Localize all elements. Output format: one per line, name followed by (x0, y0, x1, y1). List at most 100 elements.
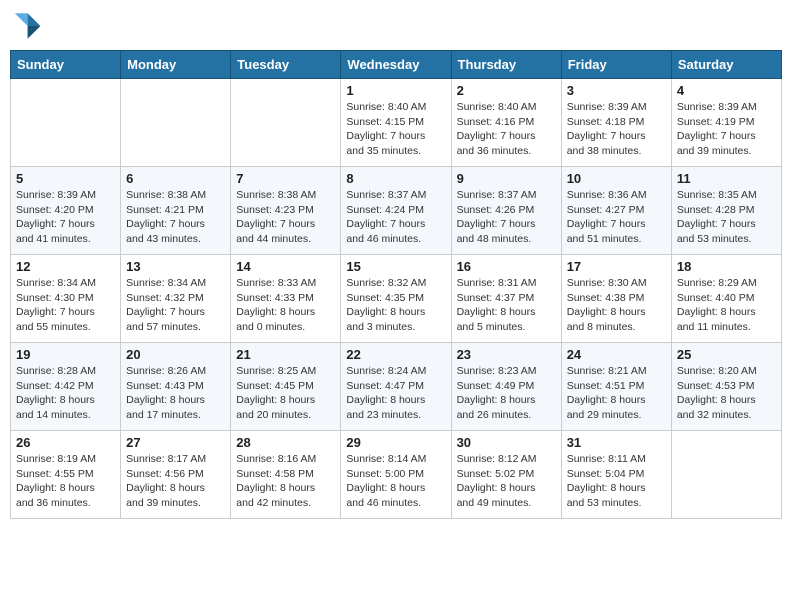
day-number: 10 (567, 171, 666, 186)
day-cell: 5Sunrise: 8:39 AM Sunset: 4:20 PM Daylig… (11, 167, 121, 255)
logo-icon (10, 10, 42, 42)
day-number: 18 (677, 259, 776, 274)
day-cell: 17 Sunrise: 8:30 AM Sunset: 4:38 PM Dayli… (561, 255, 671, 343)
day-number: 22 (346, 347, 445, 362)
header-day-saturday: Saturday (671, 51, 781, 79)
day-info: Sunrise: 8:34 AM Sunset: 4:32 PM Dayligh… (126, 276, 225, 335)
day-number: 14 (236, 259, 335, 274)
day-number: 1 (346, 83, 445, 98)
day-info: Sunrise: 8:32 AM Sunset: 4:35 PM Dayligh… (346, 276, 445, 335)
header-day-sunday: Sunday (11, 51, 121, 79)
day-cell: 23 Sunrise: 8:23 AM Sunset: 4:49 PM Dayli… (451, 343, 561, 431)
day-cell: 24 Sunrise: 8:21 AM Sunset: 4:51 PM Dayli… (561, 343, 671, 431)
day-info: Sunrise: 8:30 AM Sunset: 4:38 PM Dayligh… (567, 276, 666, 335)
day-cell: 31 Sunrise: 8:11 AM Sunset: 5:04 PM Dayli… (561, 431, 671, 519)
day-cell: 30Sunrise: 8:12 AM Sunset: 5:02 PM Dayli… (451, 431, 561, 519)
day-info: Sunrise: 8:39 AM Sunset: 4:19 PM Dayligh… (677, 100, 776, 159)
day-cell: 2 Sunrise: 8:40 AM Sunset: 4:16 PM Daylig… (451, 79, 561, 167)
day-cell: 14 Sunrise: 8:33 AM Sunset: 4:33 PM Dayli… (231, 255, 341, 343)
day-cell: 4 Sunrise: 8:39 AM Sunset: 4:19 PM Daylig… (671, 79, 781, 167)
day-cell: 3 Sunrise: 8:39 AM Sunset: 4:18 PM Daylig… (561, 79, 671, 167)
day-number: 31 (567, 435, 666, 450)
week-row-1: 1 Sunrise: 8:40 AM Sunset: 4:15 PM Daylig… (11, 79, 782, 167)
day-number: 19 (16, 347, 115, 362)
day-info: Sunrise: 8:26 AM Sunset: 4:43 PM Dayligh… (126, 364, 225, 423)
day-info: Sunrise: 8:28 AM Sunset: 4:42 PM Dayligh… (16, 364, 115, 423)
day-cell: 20 Sunrise: 8:26 AM Sunset: 4:43 PM Dayli… (121, 343, 231, 431)
day-number: 12 (16, 259, 115, 274)
day-info: Sunrise: 8:35 AM Sunset: 4:28 PM Dayligh… (677, 188, 776, 247)
day-number: 16 (457, 259, 556, 274)
day-cell: 8Sunrise: 8:37 AM Sunset: 4:24 PM Daylig… (341, 167, 451, 255)
day-number: 27 (126, 435, 225, 450)
day-info: Sunrise: 8:19 AM Sunset: 4:55 PM Dayligh… (16, 452, 115, 511)
day-number: 2 (457, 83, 556, 98)
day-number: 29 (346, 435, 445, 450)
header-day-friday: Friday (561, 51, 671, 79)
day-number: 24 (567, 347, 666, 362)
day-number: 21 (236, 347, 335, 362)
header-day-monday: Monday (121, 51, 231, 79)
day-cell: 21 Sunrise: 8:25 AM Sunset: 4:45 PM Dayli… (231, 343, 341, 431)
day-number: 7 (236, 171, 335, 186)
day-info: Sunrise: 8:37 AM Sunset: 4:26 PM Dayligh… (457, 188, 556, 247)
week-row-5: 26 Sunrise: 8:19 AM Sunset: 4:55 PM Dayli… (11, 431, 782, 519)
day-cell: 15 Sunrise: 8:32 AM Sunset: 4:35 PM Dayli… (341, 255, 451, 343)
day-cell (11, 79, 121, 167)
day-info: Sunrise: 8:39 AM Sunset: 4:20 PM Dayligh… (16, 188, 115, 247)
header-day-wednesday: Wednesday (341, 51, 451, 79)
header-day-tuesday: Tuesday (231, 51, 341, 79)
day-cell: 18 Sunrise: 8:29 AM Sunset: 4:40 PM Dayli… (671, 255, 781, 343)
day-number: 13 (126, 259, 225, 274)
day-info: Sunrise: 8:14 AM Sunset: 5:00 PM Dayligh… (346, 452, 445, 511)
day-cell: 12 Sunrise: 8:34 AM Sunset: 4:30 PM Dayli… (11, 255, 121, 343)
day-cell: 22 Sunrise: 8:24 AM Sunset: 4:47 PM Dayli… (341, 343, 451, 431)
day-number: 4 (677, 83, 776, 98)
day-cell: 25Sunrise: 8:20 AM Sunset: 4:53 PM Dayli… (671, 343, 781, 431)
day-cell: 26 Sunrise: 8:19 AM Sunset: 4:55 PM Dayli… (11, 431, 121, 519)
day-cell: 29 Sunrise: 8:14 AM Sunset: 5:00 PM Dayli… (341, 431, 451, 519)
day-number: 20 (126, 347, 225, 362)
day-cell: 6Sunrise: 8:38 AM Sunset: 4:21 PM Daylig… (121, 167, 231, 255)
day-number: 26 (16, 435, 115, 450)
day-number: 25 (677, 347, 776, 362)
day-info: Sunrise: 8:24 AM Sunset: 4:47 PM Dayligh… (346, 364, 445, 423)
day-number: 23 (457, 347, 556, 362)
day-info: Sunrise: 8:29 AM Sunset: 4:40 PM Dayligh… (677, 276, 776, 335)
day-cell: 1 Sunrise: 8:40 AM Sunset: 4:15 PM Daylig… (341, 79, 451, 167)
logo (10, 10, 46, 42)
day-info: Sunrise: 8:34 AM Sunset: 4:30 PM Dayligh… (16, 276, 115, 335)
day-number: 3 (567, 83, 666, 98)
day-info: Sunrise: 8:17 AM Sunset: 4:56 PM Dayligh… (126, 452, 225, 511)
day-number: 9 (457, 171, 556, 186)
day-info: Sunrise: 8:16 AM Sunset: 4:58 PM Dayligh… (236, 452, 335, 511)
day-info: Sunrise: 8:39 AM Sunset: 4:18 PM Dayligh… (567, 100, 666, 159)
week-row-3: 12 Sunrise: 8:34 AM Sunset: 4:30 PM Dayli… (11, 255, 782, 343)
day-cell: 11Sunrise: 8:35 AM Sunset: 4:28 PM Dayli… (671, 167, 781, 255)
day-cell: 19 Sunrise: 8:28 AM Sunset: 4:42 PM Dayli… (11, 343, 121, 431)
day-info: Sunrise: 8:25 AM Sunset: 4:45 PM Dayligh… (236, 364, 335, 423)
day-cell: 9 Sunrise: 8:37 AM Sunset: 4:26 PM Daylig… (451, 167, 561, 255)
day-info: Sunrise: 8:23 AM Sunset: 4:49 PM Dayligh… (457, 364, 556, 423)
day-cell: 10Sunrise: 8:36 AM Sunset: 4:27 PM Dayli… (561, 167, 671, 255)
day-info: Sunrise: 8:12 AM Sunset: 5:02 PM Dayligh… (457, 452, 556, 511)
day-cell: 16Sunrise: 8:31 AM Sunset: 4:37 PM Dayli… (451, 255, 561, 343)
header-day-thursday: Thursday (451, 51, 561, 79)
day-cell (121, 79, 231, 167)
day-number: 15 (346, 259, 445, 274)
day-info: Sunrise: 8:37 AM Sunset: 4:24 PM Dayligh… (346, 188, 445, 247)
day-info: Sunrise: 8:40 AM Sunset: 4:16 PM Dayligh… (457, 100, 556, 159)
calendar-header: SundayMondayTuesdayWednesdayThursdayFrid… (11, 51, 782, 79)
calendar-table: SundayMondayTuesdayWednesdayThursdayFrid… (10, 50, 782, 519)
page-header (10, 10, 782, 42)
calendar-body: 1 Sunrise: 8:40 AM Sunset: 4:15 PM Daylig… (11, 79, 782, 519)
day-info: Sunrise: 8:11 AM Sunset: 5:04 PM Dayligh… (567, 452, 666, 511)
day-info: Sunrise: 8:21 AM Sunset: 4:51 PM Dayligh… (567, 364, 666, 423)
day-cell (231, 79, 341, 167)
day-info: Sunrise: 8:38 AM Sunset: 4:21 PM Dayligh… (126, 188, 225, 247)
day-info: Sunrise: 8:40 AM Sunset: 4:15 PM Dayligh… (346, 100, 445, 159)
day-number: 17 (567, 259, 666, 274)
day-info: Sunrise: 8:33 AM Sunset: 4:33 PM Dayligh… (236, 276, 335, 335)
day-cell (671, 431, 781, 519)
day-cell: 13 Sunrise: 8:34 AM Sunset: 4:32 PM Dayli… (121, 255, 231, 343)
